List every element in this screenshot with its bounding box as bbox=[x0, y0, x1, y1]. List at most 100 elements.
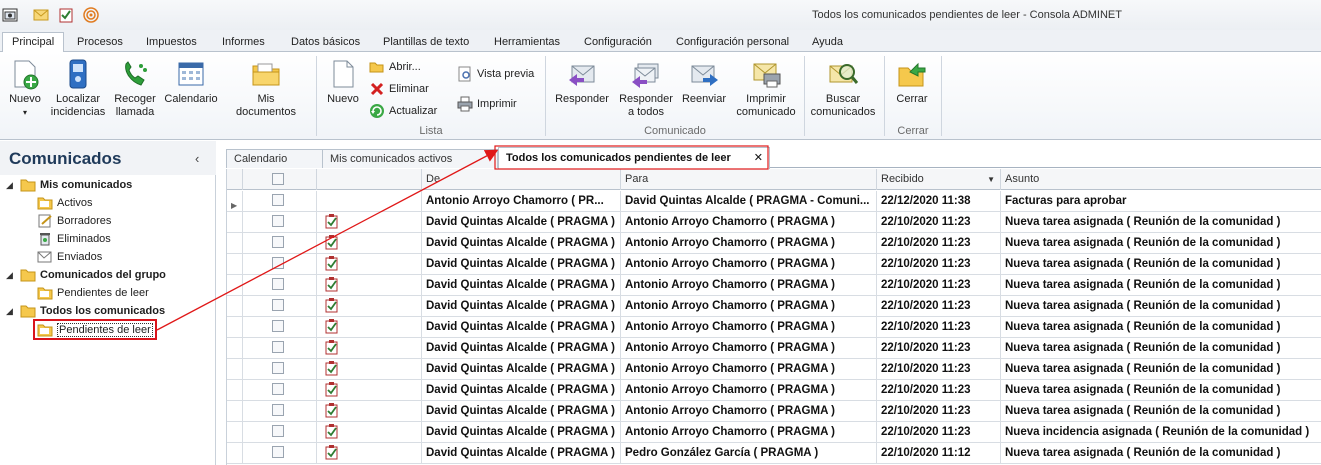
tab-configuracion[interactable]: Configuración bbox=[584, 33, 652, 52]
table-row[interactable]: David Quintas Alcalde ( PRAGMA ) Antonio … bbox=[227, 254, 1321, 275]
tab-plantillas-texto[interactable]: Plantillas de texto bbox=[383, 33, 469, 52]
cell-recibido: 22/10/2020 11:23 bbox=[877, 275, 1001, 295]
select-all-checkbox[interactable] bbox=[272, 173, 284, 185]
navigation-panel: Comunicados ‹ ◢ Mis comunicados Activos … bbox=[0, 141, 216, 465]
row-checkbox-cell[interactable] bbox=[243, 338, 317, 358]
doc-tab-mis-comunicados[interactable]: Mis comunicados activos bbox=[322, 149, 498, 168]
row-checkbox-cell[interactable] bbox=[243, 275, 317, 295]
row-checkbox[interactable] bbox=[272, 446, 284, 458]
doc-tab-calendario[interactable]: Calendario bbox=[226, 149, 323, 168]
nuevo-button[interactable]: Nuevo ▾ bbox=[5, 58, 45, 119]
row-checkbox[interactable] bbox=[272, 383, 284, 395]
tree-item-activos[interactable]: Activos bbox=[37, 194, 92, 212]
table-row[interactable]: David Quintas Alcalde ( PRAGMA ) Antonio … bbox=[227, 275, 1321, 296]
row-checkbox-cell[interactable] bbox=[243, 233, 317, 253]
reenviar-button[interactable]: Reenviar bbox=[679, 58, 729, 106]
group-label-lista: Lista bbox=[419, 125, 443, 137]
table-row[interactable]: David Quintas Alcalde ( PRAGMA ) Antonio … bbox=[227, 401, 1321, 422]
row-checkbox[interactable] bbox=[272, 320, 284, 332]
row-checkbox-cell[interactable] bbox=[243, 443, 317, 463]
cerrar-button[interactable]: Cerrar bbox=[891, 58, 933, 106]
table-row[interactable]: David Quintas Alcalde ( PRAGMA ) Antonio … bbox=[227, 212, 1321, 233]
lista-nuevo-button[interactable]: Nuevo bbox=[323, 58, 363, 106]
imprimir-comunicado-button[interactable]: Imprimir comunicado bbox=[733, 58, 799, 119]
imprimir-button[interactable]: Imprimir bbox=[457, 95, 517, 113]
preview-icon bbox=[457, 66, 473, 82]
abrir-button[interactable]: Abrir... bbox=[369, 58, 421, 76]
tree-group-comunicados-grupo[interactable]: Comunicados del grupo bbox=[20, 266, 166, 284]
row-checkbox[interactable] bbox=[272, 257, 284, 269]
row-checkbox-cell[interactable] bbox=[243, 191, 317, 211]
header-recibido[interactable]: Recibido ▼ bbox=[877, 169, 1001, 190]
actualizar-button[interactable]: Actualizar bbox=[369, 102, 437, 120]
table-row[interactable]: David Quintas Alcalde ( PRAGMA ) Antonio … bbox=[227, 338, 1321, 359]
tab-impuestos[interactable]: Impuestos bbox=[146, 33, 197, 52]
row-checkbox-cell[interactable] bbox=[243, 422, 317, 442]
row-checkbox-cell[interactable] bbox=[243, 359, 317, 379]
calendario-button[interactable]: Calendario bbox=[163, 58, 219, 106]
table-row[interactable]: David Quintas Alcalde ( PRAGMA ) Antonio … bbox=[227, 317, 1321, 338]
row-checkbox-cell[interactable] bbox=[243, 317, 317, 337]
row-checkbox-cell[interactable] bbox=[243, 254, 317, 274]
row-checkbox[interactable] bbox=[272, 404, 284, 416]
row-checkbox-cell[interactable] bbox=[243, 401, 317, 421]
vista-previa-button[interactable]: Vista previa bbox=[457, 65, 534, 83]
tab-ayuda[interactable]: Ayuda bbox=[812, 33, 843, 52]
close-tab-icon[interactable]: ✕ bbox=[754, 148, 763, 168]
blank-document-icon bbox=[327, 58, 359, 90]
header-de[interactable]: De bbox=[422, 169, 621, 190]
row-indicator bbox=[227, 275, 243, 295]
tree-item-borradores[interactable]: Borradores bbox=[37, 212, 111, 230]
responder-button[interactable]: Responder bbox=[553, 58, 611, 106]
tree-group-mis-comunicados[interactable]: Mis comunicados bbox=[20, 176, 132, 194]
tab-informes[interactable]: Informes bbox=[222, 33, 265, 52]
collapse-panel-icon[interactable]: ‹ bbox=[195, 151, 199, 166]
row-checkbox-cell[interactable] bbox=[243, 296, 317, 316]
tree-group-todos-comunicados[interactable]: Todos los comunicados bbox=[20, 302, 165, 320]
collapse-arrow-icon[interactable]: ◢ bbox=[6, 306, 13, 317]
tree-item-enviados[interactable]: Enviados bbox=[37, 248, 102, 266]
row-checkbox[interactable] bbox=[272, 236, 284, 248]
table-row[interactable]: David Quintas Alcalde ( PRAGMA ) Antonio … bbox=[227, 233, 1321, 254]
table-row[interactable]: David Quintas Alcalde ( PRAGMA ) Pedro Go… bbox=[227, 443, 1321, 464]
localizar-incidencias-button[interactable]: Localizar incidencias bbox=[50, 58, 106, 119]
tree-item-todos-pendientes[interactable]: Pendientes de leer bbox=[33, 319, 157, 340]
eliminar-button[interactable]: Eliminar bbox=[369, 80, 429, 98]
buscar-comunicados-button[interactable]: Buscar comunicados bbox=[810, 58, 876, 119]
collapse-arrow-icon[interactable]: ◢ bbox=[6, 180, 13, 191]
tab-datos-basicos[interactable]: Datos básicos bbox=[291, 33, 360, 52]
row-checkbox[interactable] bbox=[272, 362, 284, 374]
tab-configuracion-personal[interactable]: Configuración personal bbox=[676, 33, 789, 52]
table-row[interactable]: David Quintas Alcalde ( PRAGMA ) Antonio … bbox=[227, 422, 1321, 443]
table-row[interactable]: David Quintas Alcalde ( PRAGMA ) Antonio … bbox=[227, 359, 1321, 380]
header-para[interactable]: Para bbox=[621, 169, 877, 190]
collapse-arrow-icon[interactable]: ◢ bbox=[6, 270, 13, 281]
row-checkbox-cell[interactable] bbox=[243, 380, 317, 400]
row-checkbox[interactable] bbox=[272, 194, 284, 206]
header-select-all[interactable] bbox=[243, 169, 317, 190]
signal-icon[interactable] bbox=[83, 7, 99, 23]
table-row[interactable]: ▶ Antonio Arroyo Chamorro ( PR... David Qu… bbox=[227, 191, 1321, 212]
cerrar-label: Cerrar bbox=[896, 93, 928, 105]
row-checkbox-cell[interactable] bbox=[243, 212, 317, 232]
table-row[interactable]: David Quintas Alcalde ( PRAGMA ) Antonio … bbox=[227, 296, 1321, 317]
tab-procesos[interactable]: Procesos bbox=[77, 33, 123, 52]
mail-icon[interactable] bbox=[33, 7, 49, 23]
tab-principal[interactable]: Principal bbox=[2, 32, 65, 53]
app-menu-icon[interactable] bbox=[2, 7, 18, 23]
tree-item-grupo-pendientes[interactable]: Pendientes de leer bbox=[37, 284, 149, 302]
doc-tab-todos-pendientes[interactable]: Todos los comunicados pendientes de leer… bbox=[498, 147, 770, 169]
tab-herramientas[interactable]: Herramientas bbox=[494, 33, 560, 52]
recoger-llamada-button[interactable]: Recoger llamada bbox=[112, 58, 158, 119]
row-checkbox[interactable] bbox=[272, 341, 284, 353]
tree-item-eliminados[interactable]: Eliminados bbox=[37, 230, 111, 248]
row-checkbox[interactable] bbox=[272, 299, 284, 311]
task-icon[interactable] bbox=[58, 7, 74, 23]
responder-a-todos-button[interactable]: Responder a todos bbox=[617, 58, 675, 119]
row-checkbox[interactable] bbox=[272, 278, 284, 290]
row-checkbox[interactable] bbox=[272, 215, 284, 227]
table-row[interactable]: David Quintas Alcalde ( PRAGMA ) Antonio … bbox=[227, 380, 1321, 401]
header-asunto[interactable]: Asunto bbox=[1001, 169, 1321, 190]
row-checkbox[interactable] bbox=[272, 425, 284, 437]
mis-documentos-button[interactable]: Mis documentos bbox=[226, 58, 306, 119]
